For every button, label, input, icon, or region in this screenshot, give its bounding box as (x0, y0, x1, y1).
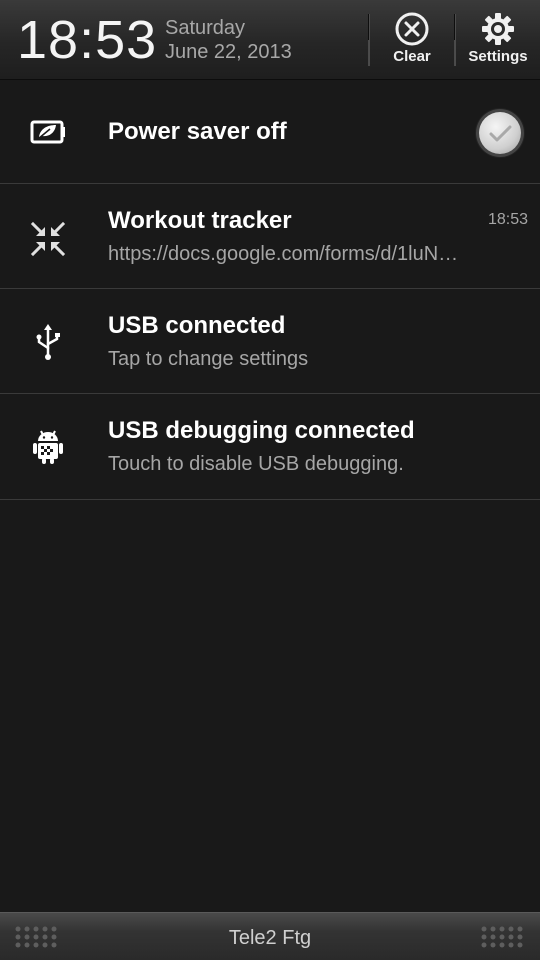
notification-title: USB connected (108, 312, 286, 339)
header-divider (368, 14, 370, 66)
checkmark-icon (489, 125, 512, 142)
notification-subtitle: Tap to change settings (108, 348, 309, 370)
power-saver-icon (30, 120, 65, 144)
gear-icon (482, 13, 514, 45)
notification-usb-debugging[interactable] (0, 395, 540, 500)
settings-label: Settings (468, 48, 528, 65)
notification-subtitle: Touch to disable USB debugging. (108, 453, 404, 475)
power-saver-toggle[interactable] (479, 112, 521, 154)
notification-shade: 18:53 Saturday June 22, 2013 Clear Setti… (0, 0, 540, 960)
notification-workout-tracker[interactable] (0, 185, 540, 289)
notification-title: Workout tracker (108, 207, 292, 234)
settings-button[interactable]: Settings (462, 8, 534, 72)
notification-subtitle: https://docs.google.com/forms/d/1luN… (108, 243, 459, 265)
notification-time: 18:53 (487, 211, 528, 228)
header-divider (454, 14, 456, 66)
header-bar: 18:53 Saturday June 22, 2013 Clear Setti… (0, 0, 540, 80)
usb-icon (36, 324, 60, 360)
grip-dots-icon (481, 926, 523, 948)
carrier-name: Tele2 Ftg (228, 927, 312, 949)
notification-usb-connected[interactable] (0, 290, 540, 394)
date: June 22, 2013 (165, 41, 292, 63)
clear-label: Clear (393, 48, 431, 65)
arrows-inward-icon (30, 221, 66, 257)
date-block: Saturday June 22, 2013 (165, 16, 292, 64)
clear-icon (395, 12, 429, 46)
shade-handle[interactable]: Tele2 Ftg (0, 912, 540, 960)
notification-title: USB debugging connected (108, 417, 415, 444)
clock: 18:53 (17, 10, 158, 70)
clear-button[interactable]: Clear (380, 8, 444, 72)
weekday: Saturday (165, 17, 246, 39)
notification-title: Power saver off (108, 118, 287, 145)
android-debug-icon (33, 430, 63, 464)
